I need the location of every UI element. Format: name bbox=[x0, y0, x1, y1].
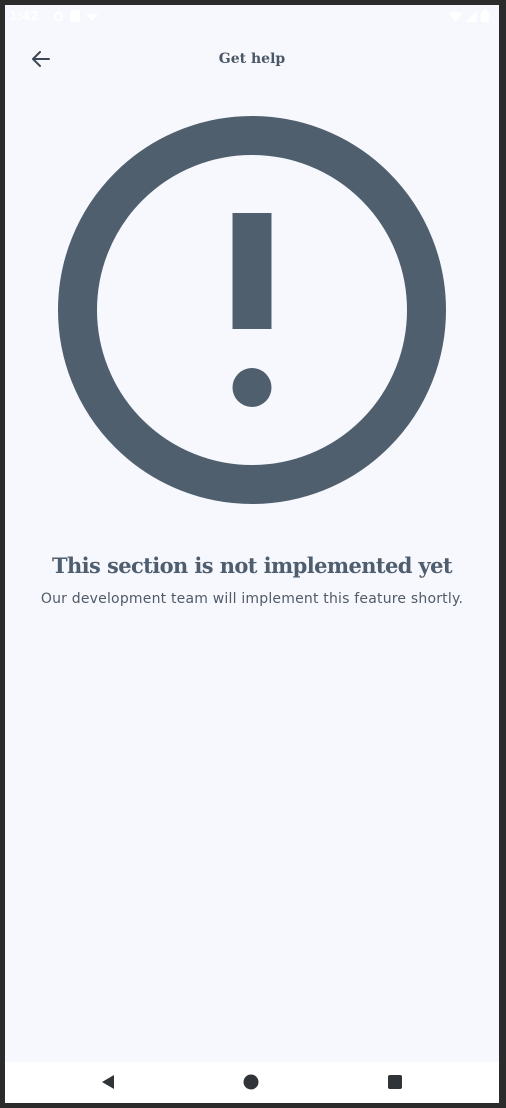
page-title: Get help bbox=[218, 51, 286, 67]
app-bar: Get help bbox=[5, 35, 499, 87]
status-bar: 1:42 bbox=[5, 5, 499, 29]
wifi-icon bbox=[449, 10, 462, 25]
settings-icon bbox=[53, 11, 64, 25]
not-implemented-description: Our development team will implement this… bbox=[40, 591, 464, 607]
home-circle-icon bbox=[243, 1074, 259, 1094]
nav-home-button[interactable] bbox=[237, 1070, 265, 1098]
not-implemented-heading: This section is not implemented yet bbox=[51, 553, 453, 578]
status-icons-left bbox=[53, 10, 98, 25]
recents-square-icon bbox=[387, 1074, 403, 1094]
sim-icon bbox=[70, 10, 80, 25]
notification-icon bbox=[86, 11, 98, 25]
nav-recents-button[interactable] bbox=[381, 1070, 409, 1098]
system-navigation-bar bbox=[5, 1062, 499, 1103]
status-time: 1:42 bbox=[9, 9, 39, 23]
back-triangle-icon bbox=[100, 1074, 116, 1094]
signal-icon bbox=[466, 10, 477, 25]
battery-icon bbox=[481, 10, 489, 25]
exclamation-circle-icon bbox=[58, 116, 446, 504]
app-screen: 1:42 Get help This section is not implem… bbox=[5, 5, 499, 1103]
nav-back-button[interactable] bbox=[94, 1070, 122, 1098]
status-icons-right bbox=[449, 10, 489, 25]
